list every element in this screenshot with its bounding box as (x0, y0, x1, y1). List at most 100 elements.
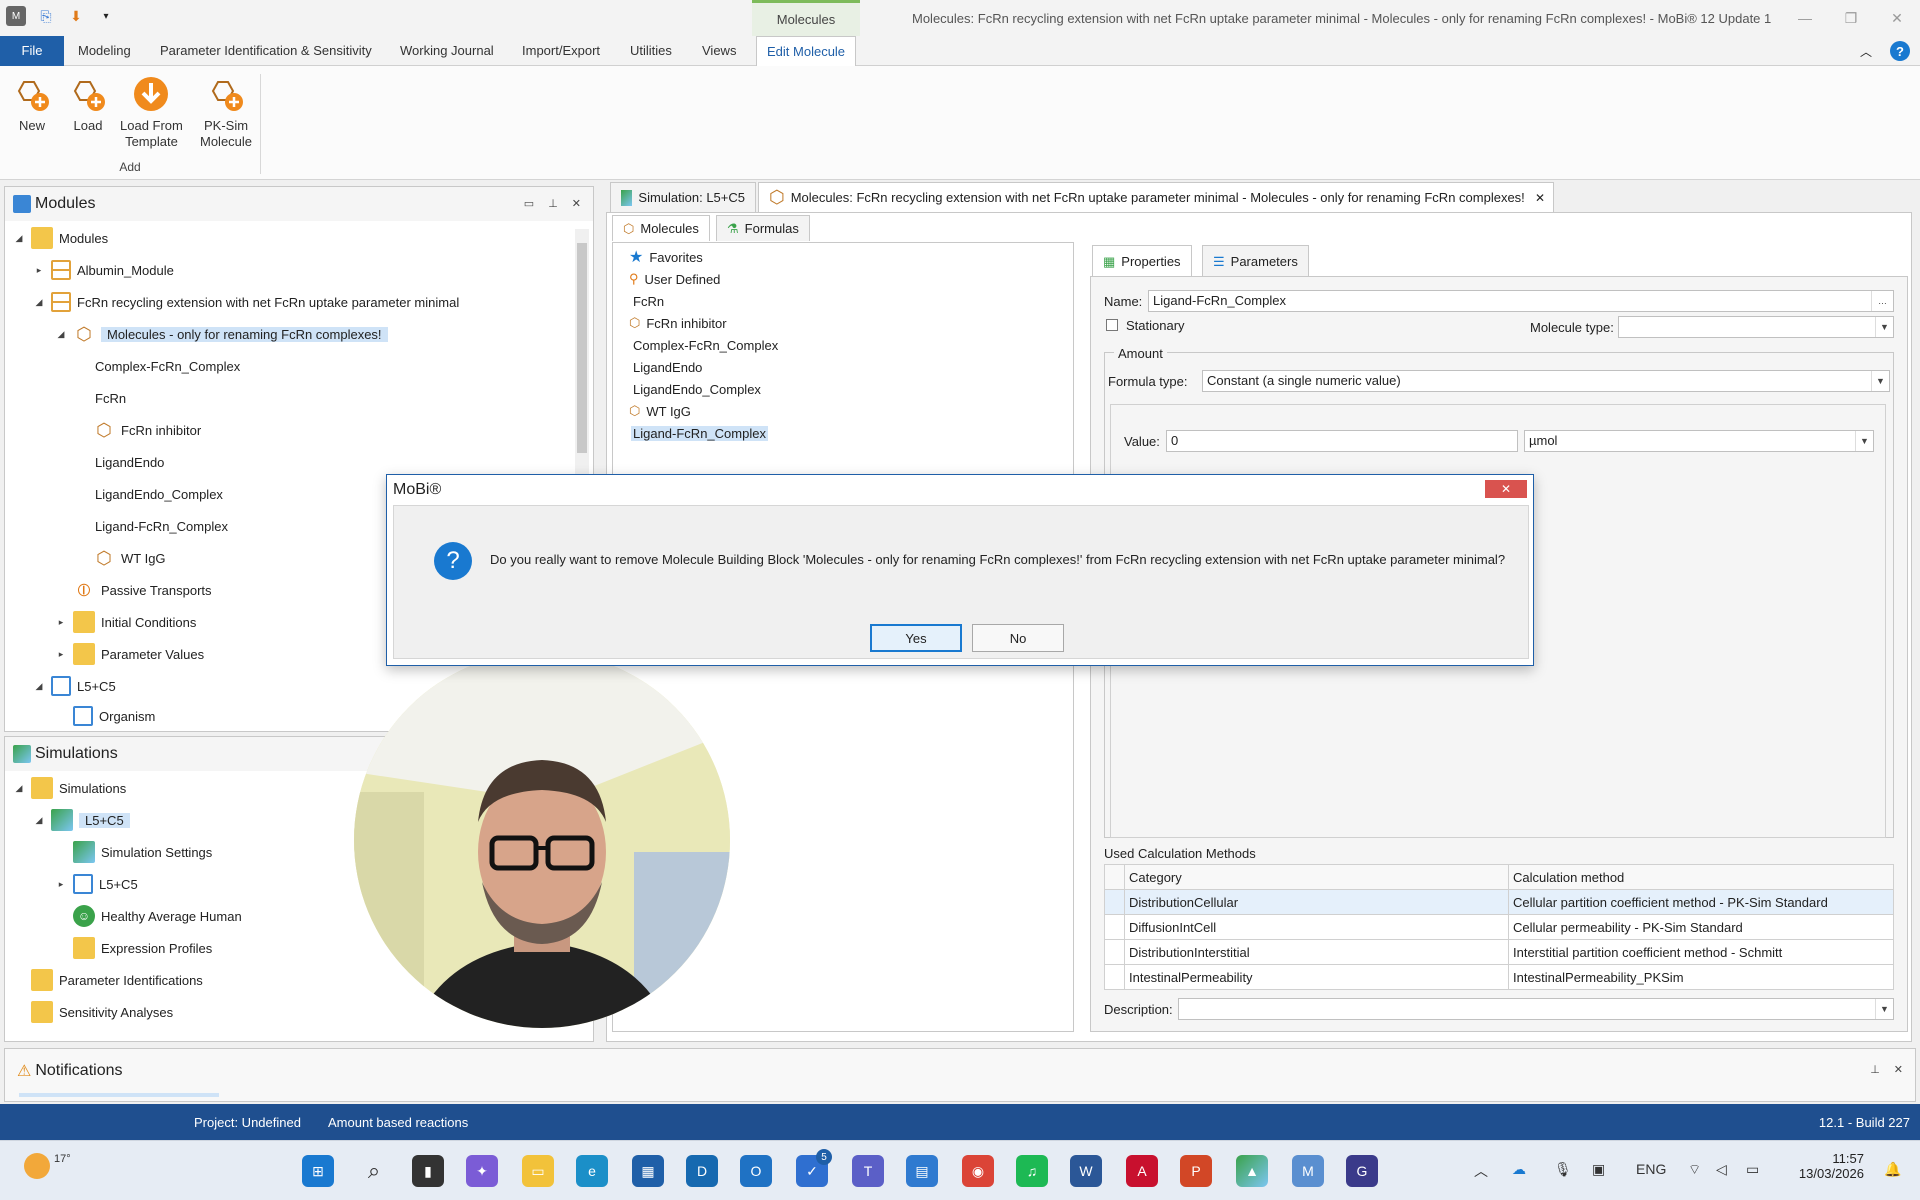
value-input[interactable]: 0 (1166, 430, 1518, 452)
stationary-checkbox[interactable] (1106, 319, 1118, 331)
notification-bell-icon[interactable]: 🔔 (1884, 1161, 1901, 1178)
app-icon-g[interactable]: G (1346, 1155, 1378, 1187)
tab-parameter-identification[interactable]: Parameter Identification & Sensitivity (150, 36, 382, 66)
restore-button[interactable]: ❐ (1828, 0, 1874, 36)
ellipsis-button[interactable]: … (1871, 291, 1893, 311)
powerpoint-icon[interactable]: P (1180, 1155, 1212, 1187)
collapse-ribbon-icon[interactable]: ︿ (1860, 43, 1872, 60)
chevron-down-icon[interactable]: ▼ (1875, 317, 1893, 337)
chevron-down-icon[interactable]: ▼ (1855, 431, 1873, 451)
maximize-panel-icon[interactable]: ▭ (524, 197, 534, 210)
help-icon[interactable]: ? (1890, 41, 1910, 61)
collapse-icon[interactable]: ▸ (33, 265, 45, 276)
subtab-properties[interactable]: ▦ Properties (1092, 245, 1192, 277)
tree-node-molecule[interactable]: ⬡ WT IgG (93, 547, 165, 569)
todo-icon[interactable]: ✓ 5 (796, 1149, 832, 1187)
tree-node-sensitivity-analyses[interactable]: Sensitivity Analyses (31, 1001, 173, 1023)
tree-node-l5c5-module[interactable]: ◢ L5+C5 (33, 675, 116, 697)
tree-node-organism[interactable]: Organism (73, 705, 155, 727)
outlook-icon[interactable]: O (740, 1155, 772, 1187)
dialog-close-button[interactable]: ✕ (1485, 480, 1527, 498)
collapse-icon[interactable]: ▸ (55, 879, 67, 890)
close-panel-icon[interactable]: ✕ (1894, 1063, 1903, 1076)
word-icon[interactable]: W (1070, 1155, 1102, 1187)
no-button[interactable]: No (972, 624, 1064, 652)
formula-type-select[interactable]: Constant (a single numeric value) ▼ (1202, 370, 1890, 392)
list-item[interactable]: LigandEndo (633, 357, 702, 377)
table-row[interactable]: DistributionCellular Cellular partition … (1104, 889, 1894, 915)
tree-node-molecule[interactable]: Complex-FcRn_Complex (95, 355, 240, 377)
tab-file[interactable]: File (0, 36, 64, 66)
tree-node-initial-conditions[interactable]: ▸ Initial Conditions (55, 611, 196, 633)
mobi-icon[interactable]: M (1292, 1155, 1324, 1187)
tree-node-molecule[interactable]: ⬡ FcRn inhibitor (93, 419, 201, 441)
chevron-down-icon[interactable]: ▼ (1875, 999, 1893, 1019)
close-panel-icon[interactable]: ✕ (572, 197, 581, 210)
list-item[interactable]: LigandEndo_Complex (633, 379, 761, 399)
tree-node-albumin-module[interactable]: ▸ Albumin_Module (33, 259, 174, 281)
store-icon[interactable]: ▦ (632, 1155, 664, 1187)
onedrive-icon[interactable]: ☁ (1512, 1161, 1526, 1178)
acrobat-icon[interactable]: A (1126, 1155, 1158, 1187)
tab-utilities[interactable]: Utilities (620, 36, 682, 66)
file-explorer-icon[interactable]: ▭ (522, 1155, 554, 1187)
table-row[interactable]: DistributionInterstitial Interstitial pa… (1104, 939, 1894, 965)
expand-icon[interactable]: ◢ (33, 815, 45, 826)
pin-icon[interactable]: ⊥ (548, 197, 558, 210)
close-window-button[interactable]: ✕ (1874, 0, 1920, 36)
yes-button[interactable]: Yes (870, 624, 962, 652)
expand-icon[interactable]: ◢ (13, 233, 25, 244)
list-item[interactable]: FcRn (633, 291, 664, 311)
tab-working-journal[interactable]: Working Journal (390, 36, 504, 66)
subtab-parameters[interactable]: ☰ Parameters (1202, 245, 1309, 277)
name-field[interactable]: Ligand-FcRn_Complex … (1148, 290, 1894, 312)
dell-icon[interactable]: D (686, 1155, 718, 1187)
calendar-icon[interactable]: ▤ (906, 1155, 938, 1187)
tree-node-expression-profiles[interactable]: Expression Profiles (73, 937, 212, 959)
tree-node-simulation-l5c5[interactable]: ◢ L5+C5 (33, 809, 130, 831)
tab-views[interactable]: Views (692, 36, 746, 66)
tab-modeling[interactable]: Modeling (68, 36, 141, 66)
pin-icon[interactable]: ⊥ (1870, 1063, 1880, 1076)
expand-icon[interactable]: ◢ (33, 297, 45, 308)
battery-icon[interactable]: ▭ (1746, 1161, 1759, 1178)
tree-node-fcrn-module[interactable]: ◢ FcRn recycling extension with net FcRn … (33, 291, 459, 313)
list-item[interactable]: ⬡ WT IgG (629, 401, 691, 421)
new-molecule-button[interactable]: New (12, 72, 52, 134)
tree-node-molecule[interactable]: LigandEndo (95, 451, 164, 473)
tree-node-molecule[interactable]: Ligand-FcRn_Complex (95, 515, 228, 537)
spotify-icon[interactable]: ♫ (1016, 1155, 1048, 1187)
tree-node-parameter-values[interactable]: ▸ Parameter Values (55, 643, 204, 665)
table-row[interactable]: IntestinalPermeability IntestinalPermeab… (1104, 964, 1894, 990)
doc-tab-simulation[interactable]: Simulation: L5+C5 (610, 182, 756, 212)
screen-icon[interactable]: ▣ (1592, 1161, 1605, 1178)
close-tab-icon[interactable]: ✕ (1535, 191, 1545, 205)
pk-sim-molecule-button[interactable]: PK-Sim Molecule (200, 72, 252, 150)
tree-node-molecules-bb[interactable]: ◢ ⬡ Molecules - only for renaming FcRn com… (55, 323, 388, 345)
minimize-button[interactable]: — (1782, 0, 1828, 36)
tree-node-simulation-settings[interactable]: Simulation Settings (73, 841, 212, 863)
list-item-selected[interactable]: Ligand-FcRn_Complex (631, 423, 768, 443)
tree-node-individual[interactable]: ☺ Healthy Average Human (73, 905, 242, 927)
expand-icon[interactable]: ◢ (13, 783, 25, 794)
chevron-down-icon[interactable]: ▼ (1871, 371, 1889, 391)
collapse-icon[interactable]: ▸ (55, 617, 67, 628)
tree-node-passive-transports[interactable]: ⦶ Passive Transports (73, 579, 211, 601)
chevron-up-icon[interactable]: ︿ (1474, 1161, 1488, 1181)
column-header-category[interactable]: Category (1124, 864, 1509, 890)
new-project-icon[interactable]: ⎘ (36, 6, 56, 26)
list-item-favorites[interactable]: ★ Favorites (629, 247, 703, 267)
description-input[interactable]: ▼ (1178, 998, 1894, 1020)
expand-icon[interactable]: ◢ (55, 329, 67, 340)
edge-icon[interactable]: e (576, 1155, 608, 1187)
copilot-icon[interactable]: ✦ (466, 1155, 498, 1187)
list-item-user-defined[interactable]: ⚲ User Defined (629, 269, 720, 289)
tree-node-molecule[interactable]: FcRn (95, 387, 126, 409)
language-indicator[interactable]: ENG (1636, 1161, 1666, 1177)
scrollbar-thumb[interactable] (577, 243, 587, 453)
list-item[interactable]: ⬡ FcRn inhibitor (629, 313, 727, 333)
wifi-icon[interactable]: ⌔ (1688, 1161, 1701, 1179)
subtab-formulas[interactable]: ⚗ Formulas (716, 215, 810, 241)
list-item[interactable]: Complex-FcRn_Complex (633, 335, 778, 355)
weather-widget[interactable]: 17° (24, 1153, 71, 1179)
